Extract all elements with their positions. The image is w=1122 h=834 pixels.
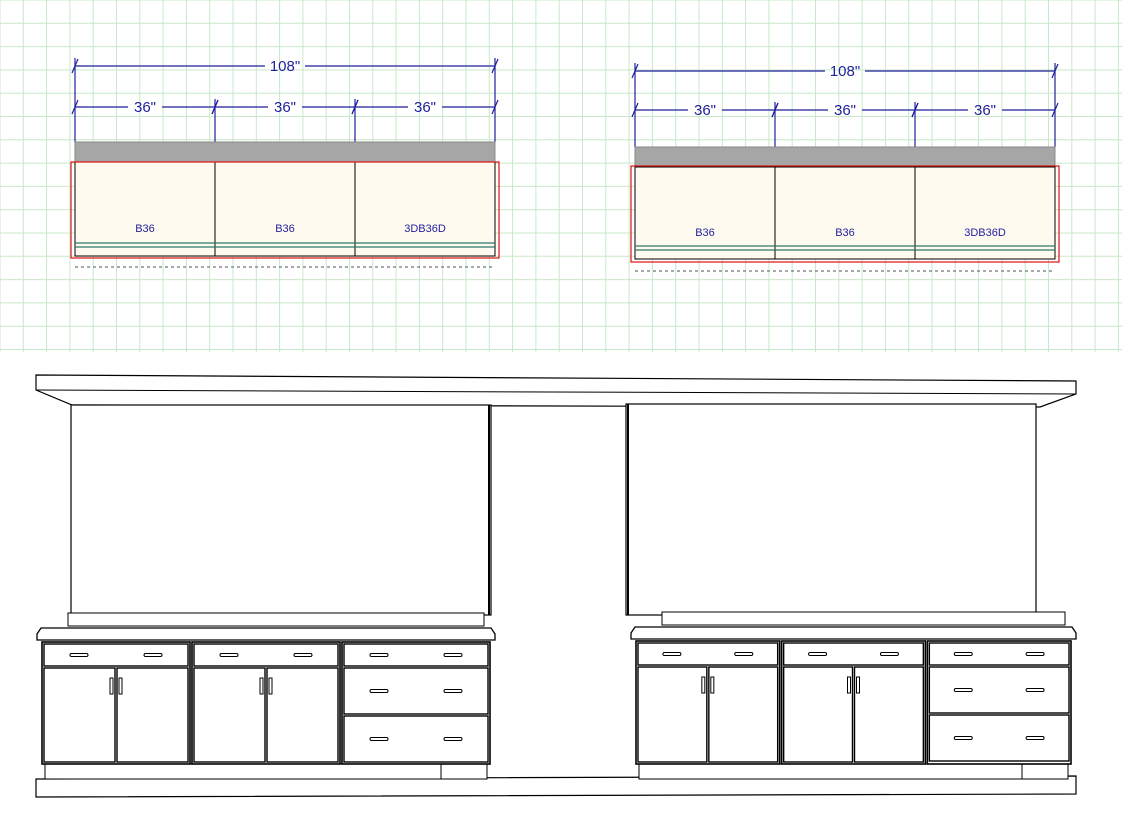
drawer-front — [928, 714, 1070, 762]
drawer-pull — [69, 653, 89, 657]
elevation-countertop — [630, 626, 1077, 640]
elevation-cabinet — [780, 640, 927, 765]
drawer-pull — [953, 736, 973, 740]
cabinet-outline — [214, 161, 356, 257]
segment-dimension-label: 36" — [274, 99, 296, 116]
drawer-pull — [293, 653, 313, 657]
door-handle — [710, 676, 715, 694]
segment-dimension-label: 36" — [414, 99, 436, 116]
cabinet-outline — [634, 166, 776, 260]
drawer-pull — [369, 653, 389, 657]
door-handle — [259, 677, 264, 695]
door-handle — [847, 676, 851, 694]
door-handle — [109, 677, 114, 695]
plan-cabinet-run: 108" 36" 36" 36" B36 B36 3DB36D — [630, 63, 1060, 272]
floor-plan-view: 108" 36" 36" 36" B36 B36 3DB36D 108" 36" 36" 36" B3… — [70, 58, 1060, 272]
drawer-pull — [1025, 688, 1045, 692]
drawer-pull — [734, 652, 754, 656]
drawer-pull — [1025, 652, 1045, 656]
toe-kick — [44, 763, 488, 780]
door-right — [708, 666, 779, 763]
drawer-pull — [1025, 736, 1045, 740]
drawer-pull — [219, 653, 239, 657]
drawer-front — [637, 642, 779, 666]
cabinet-outline — [74, 161, 216, 257]
drawer-pull — [369, 689, 389, 693]
cabinet-label: B36 — [135, 223, 155, 235]
overall-dimension-label: 108" — [270, 58, 300, 75]
plan-cabinet-run: 108" 36" 36" 36" B36 B36 3DB36D — [70, 58, 500, 268]
drawer-pull — [953, 652, 973, 656]
door-left — [637, 666, 708, 763]
door-handle — [118, 677, 123, 695]
overall-dimension-label: 108" — [830, 63, 860, 80]
back-wall-panel — [625, 403, 1037, 616]
drawer-front — [343, 715, 489, 763]
cabinet-label: 3DB36D — [964, 227, 1006, 239]
elevation-cabinet-run — [36, 612, 496, 780]
segment-dimension-label: 36" — [694, 102, 716, 119]
countertop — [74, 141, 496, 163]
elevation-cabinet — [41, 641, 191, 765]
door-handle — [856, 676, 860, 694]
drawer-pull — [143, 653, 163, 657]
cabinet-outline — [774, 166, 916, 260]
door-handle — [268, 677, 273, 695]
cabinet-label: B36 — [275, 223, 295, 235]
elevation-cabinet — [341, 641, 491, 765]
kitchen-drawing-canvas: 108" 36" 36" 36" B36 B36 3DB36D 108" 36" 36" 36" B3… — [0, 0, 1122, 798]
drawer-front — [193, 643, 339, 667]
backsplash — [67, 612, 485, 627]
back-wall-panel — [70, 404, 492, 616]
drawer-pull — [443, 689, 463, 693]
elevation-cabinet — [926, 640, 1072, 765]
drawer-front — [928, 642, 1070, 666]
elevation-cabinet-run — [630, 611, 1077, 780]
elevation-countertop — [36, 627, 496, 641]
elevation-cabinet — [635, 640, 781, 765]
cabinet-outline — [914, 166, 1056, 260]
cabinet-label: B36 — [695, 227, 715, 239]
cabinet-outline — [354, 161, 496, 257]
drawer-pull — [808, 652, 828, 656]
countertop — [634, 146, 1056, 167]
cabinet-label: B36 — [835, 227, 855, 239]
drawer-pull — [662, 652, 682, 656]
drawer-front — [928, 666, 1070, 714]
drawer-front — [782, 642, 925, 666]
door-left — [43, 667, 116, 763]
drawer-pull — [953, 688, 973, 692]
drawer-pull — [443, 737, 463, 741]
backsplash — [661, 611, 1066, 626]
door-right — [853, 666, 925, 763]
door-left — [193, 667, 266, 763]
segment-dimension-label: 36" — [974, 102, 996, 119]
elevation-cabinet — [191, 641, 341, 765]
cabinet-label: 3DB36D — [404, 223, 446, 235]
segment-dimension-label: 36" — [134, 99, 156, 116]
drawer-pull — [369, 737, 389, 741]
door-handle — [701, 676, 706, 694]
drawer-pull — [443, 653, 463, 657]
segment-dimension-label: 36" — [834, 102, 856, 119]
drawer-front — [43, 643, 189, 667]
door-right — [266, 667, 339, 763]
door-right — [116, 667, 189, 763]
drawer-front — [343, 667, 489, 715]
toe-kick — [638, 763, 1069, 780]
elevation-view — [35, 374, 1077, 798]
door-left — [782, 666, 854, 763]
drawer-front — [343, 643, 489, 667]
drawer-pull — [879, 652, 899, 656]
